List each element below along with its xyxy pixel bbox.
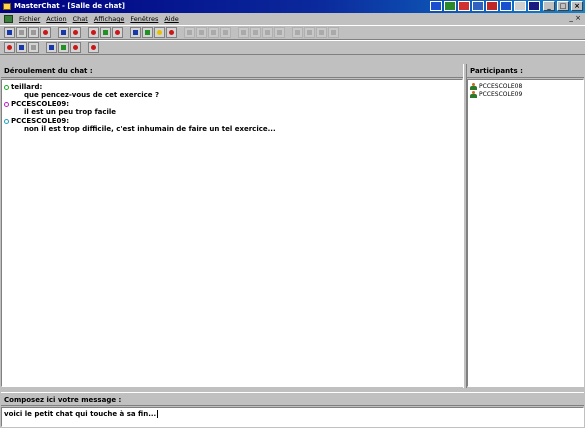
- table-icon[interactable]: [304, 27, 315, 38]
- exit-icon[interactable]: [88, 42, 99, 53]
- chat-message: teillard: que pencez-vous de cet exercice…: [4, 83, 460, 99]
- save-icon[interactable]: [28, 27, 39, 38]
- main-toolbar: [0, 25, 585, 40]
- menu-fichier[interactable]: Fichier: [19, 15, 40, 23]
- layout-icon[interactable]: [328, 27, 339, 38]
- participant-item[interactable]: PCCESCOLE09: [470, 91, 581, 98]
- secondary-toolbar: [0, 40, 585, 55]
- user-icon[interactable]: [100, 27, 111, 38]
- send-icon[interactable]: [58, 27, 69, 38]
- tray-icon-5[interactable]: [500, 1, 512, 11]
- cascade-icon[interactable]: [28, 42, 39, 53]
- tray-icons: [430, 1, 540, 11]
- maximize-button[interactable]: □: [557, 1, 569, 11]
- message-text: non il est trop difficile, c'est inhumai…: [24, 125, 276, 133]
- tray-icon-7[interactable]: [528, 1, 540, 11]
- participant-item[interactable]: PCCESCOLE08: [470, 83, 581, 90]
- window-title: MasterChat - [Salle de chat]: [14, 2, 125, 10]
- info-icon[interactable]: [166, 27, 177, 38]
- font-size-icon[interactable]: [196, 27, 207, 38]
- stop-icon[interactable]: [70, 27, 81, 38]
- private-chat-icon[interactable]: [58, 42, 69, 53]
- text-caret: [157, 410, 159, 418]
- italic-icon[interactable]: [220, 27, 231, 38]
- participants-pane-header: Participants :: [467, 64, 584, 78]
- tray-icon-4[interactable]: [486, 1, 498, 11]
- message-text: il est un peu trop facile: [24, 108, 117, 116]
- user-status-icon: [4, 84, 9, 90]
- document-icon[interactable]: [4, 15, 13, 23]
- menu-bar: Fichier Action Chat Affichage Fenêtres A…: [0, 13, 585, 25]
- message-author: teillard:: [4, 83, 460, 91]
- settings-icon[interactable]: [154, 27, 165, 38]
- tile-icon[interactable]: [16, 42, 27, 53]
- tray-icon-3[interactable]: [472, 1, 484, 11]
- chat-message: PCCESCOLE09: il est un peu trop facile: [4, 100, 460, 116]
- users-icon[interactable]: [142, 27, 153, 38]
- bold-icon[interactable]: [208, 27, 219, 38]
- tray-icon-6[interactable]: [514, 1, 526, 11]
- author-name: PCCESCOLE09:: [11, 100, 70, 108]
- close-button[interactable]: ×: [571, 1, 583, 11]
- participant-name: PCCESCOLE09: [479, 91, 523, 98]
- menu-aide[interactable]: Aide: [164, 15, 178, 23]
- connect-icon[interactable]: [40, 27, 51, 38]
- mdi-window-controls[interactable]: _ ×: [569, 14, 581, 22]
- menu-chat[interactable]: Chat: [73, 15, 88, 23]
- message-input-text: voici le petit chat qui touche à sa fin.…: [4, 410, 157, 418]
- message-author: PCCESCOLE09:: [4, 117, 460, 125]
- open-icon[interactable]: [16, 27, 27, 38]
- participant-name: PCCESCOLE08: [479, 83, 523, 90]
- app-icon: [3, 3, 11, 10]
- tray-icon-1[interactable]: [444, 1, 456, 11]
- participants-list[interactable]: PCCESCOLE08 PCCESCOLE09: [467, 79, 584, 387]
- message-input[interactable]: voici le petit chat qui touche à sa fin.…: [1, 407, 584, 427]
- compose-header: Composez ici votre message :: [1, 392, 584, 406]
- tray-icon-0[interactable]: [430, 1, 442, 11]
- menu-affichage[interactable]: Affichage: [94, 15, 125, 23]
- minimize-button[interactable]: _: [543, 1, 555, 11]
- message-text: que pencez-vous de cet exercice ?: [24, 91, 160, 99]
- author-name: teillard:: [11, 83, 43, 91]
- window-icon[interactable]: [4, 42, 15, 53]
- indent-icon[interactable]: [274, 27, 285, 38]
- chat-message: PCCESCOLE09: non il est trop difficile, c…: [4, 117, 460, 133]
- tray-icon-2[interactable]: [458, 1, 470, 11]
- new-icon[interactable]: [4, 27, 15, 38]
- person-icon: [470, 91, 477, 98]
- print-icon[interactable]: [130, 27, 141, 38]
- chat-pane-header: Déroulement du chat :: [1, 64, 463, 78]
- chat-log[interactable]: teillard: que pencez-vous de cet exercice…: [1, 79, 463, 387]
- title-bar: MasterChat - [Salle de chat] _ □ ×: [0, 0, 585, 13]
- user-status-icon: [4, 101, 9, 107]
- alert-icon[interactable]: [112, 27, 123, 38]
- menu-action[interactable]: Action: [46, 15, 66, 23]
- color-icon[interactable]: [238, 27, 249, 38]
- user-status-icon: [4, 118, 9, 124]
- grid-icon[interactable]: [316, 27, 327, 38]
- font-icon[interactable]: [184, 27, 195, 38]
- align-icon[interactable]: [262, 27, 273, 38]
- person-icon: [470, 83, 477, 90]
- chat-room-icon[interactable]: [46, 42, 57, 53]
- underline-icon[interactable]: [250, 27, 261, 38]
- message-author: PCCESCOLE09:: [4, 100, 460, 108]
- whiteboard-icon[interactable]: [70, 42, 81, 53]
- author-name: PCCESCOLE09:: [11, 117, 70, 125]
- menu-fenetres[interactable]: Fenêtres: [130, 15, 158, 23]
- list-icon[interactable]: [292, 27, 303, 38]
- cut-icon[interactable]: [88, 27, 99, 38]
